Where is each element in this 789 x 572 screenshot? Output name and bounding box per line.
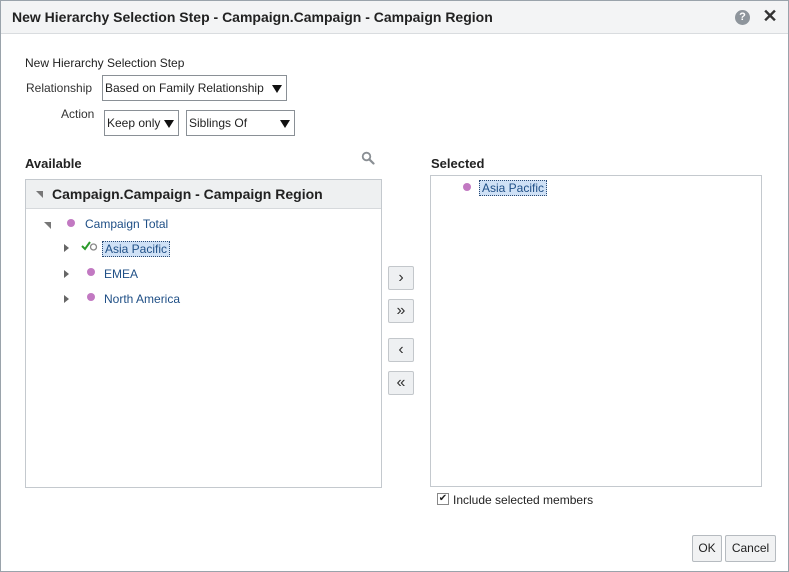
tree-node-label[interactable]: Asia Pacific bbox=[102, 241, 171, 257]
relationship-select-value: Based on Family Relationship bbox=[105, 81, 264, 95]
search-icon[interactable] bbox=[361, 151, 375, 165]
selected-item-label[interactable]: Asia Pacific bbox=[479, 180, 548, 196]
action-label: Action bbox=[61, 107, 95, 121]
relationship-select[interactable]: Based on Family Relationship bbox=[102, 75, 287, 101]
available-heading: Available bbox=[25, 156, 82, 171]
dialog-titlebar: New Hierarchy Selection Step - Campaign.… bbox=[1, 1, 788, 34]
dialog-title: New Hierarchy Selection Step - Campaign.… bbox=[12, 9, 493, 25]
expand-icon[interactable] bbox=[64, 244, 69, 252]
available-panel-header: Campaign.Campaign - Campaign Region bbox=[26, 180, 381, 209]
move-button[interactable]: › bbox=[388, 266, 414, 290]
help-icon[interactable]: ? bbox=[735, 10, 750, 25]
relationship-label: Relationship bbox=[26, 81, 93, 95]
tree-node-label[interactable]: Campaign Total bbox=[85, 217, 168, 231]
available-panel-title: Campaign.Campaign - Campaign Region bbox=[52, 186, 323, 202]
member-dot-icon bbox=[463, 183, 471, 191]
collapse-icon[interactable] bbox=[36, 191, 43, 198]
selected-heading: Selected bbox=[431, 156, 485, 171]
member-dot-icon bbox=[87, 293, 95, 301]
close-icon[interactable]: ✕ bbox=[762, 6, 778, 26]
step-label: New Hierarchy Selection Step bbox=[25, 56, 185, 70]
expand-collapse-icon[interactable] bbox=[44, 222, 51, 229]
available-panel: Campaign.Campaign - Campaign Region Camp… bbox=[25, 179, 382, 488]
dropdown-arrow-icon bbox=[280, 120, 290, 128]
member-dot-icon bbox=[67, 219, 75, 227]
ok-button[interactable]: OK bbox=[692, 535, 722, 562]
expand-icon[interactable] bbox=[64, 270, 69, 278]
hierarchy-selection-dialog: New Hierarchy Selection Step - Campaign.… bbox=[0, 0, 789, 572]
tree-node-label[interactable]: EMEA bbox=[104, 267, 138, 281]
expand-icon[interactable] bbox=[64, 295, 69, 303]
relation-type-select-value: Siblings Of bbox=[189, 116, 248, 130]
remove-all-button[interactable]: « bbox=[388, 371, 414, 395]
action-select[interactable]: Keep only bbox=[104, 110, 179, 136]
move-all-button[interactable]: » bbox=[388, 299, 414, 323]
dropdown-arrow-icon bbox=[164, 120, 174, 128]
dropdown-arrow-icon bbox=[272, 85, 282, 93]
member-dot-icon bbox=[87, 268, 95, 276]
action-select-value: Keep only bbox=[107, 116, 161, 130]
selected-check-icon bbox=[81, 241, 98, 251]
cancel-button[interactable]: Cancel bbox=[725, 535, 776, 562]
relation-type-select[interactable]: Siblings Of bbox=[186, 110, 295, 136]
tree-node-label[interactable]: North America bbox=[104, 292, 180, 306]
include-selected-checkbox[interactable]: ✔ bbox=[437, 493, 449, 505]
include-selected-label: Include selected members bbox=[453, 493, 594, 507]
remove-button[interactable]: ‹ bbox=[388, 338, 414, 362]
selected-panel: Asia Pacific bbox=[430, 175, 762, 487]
